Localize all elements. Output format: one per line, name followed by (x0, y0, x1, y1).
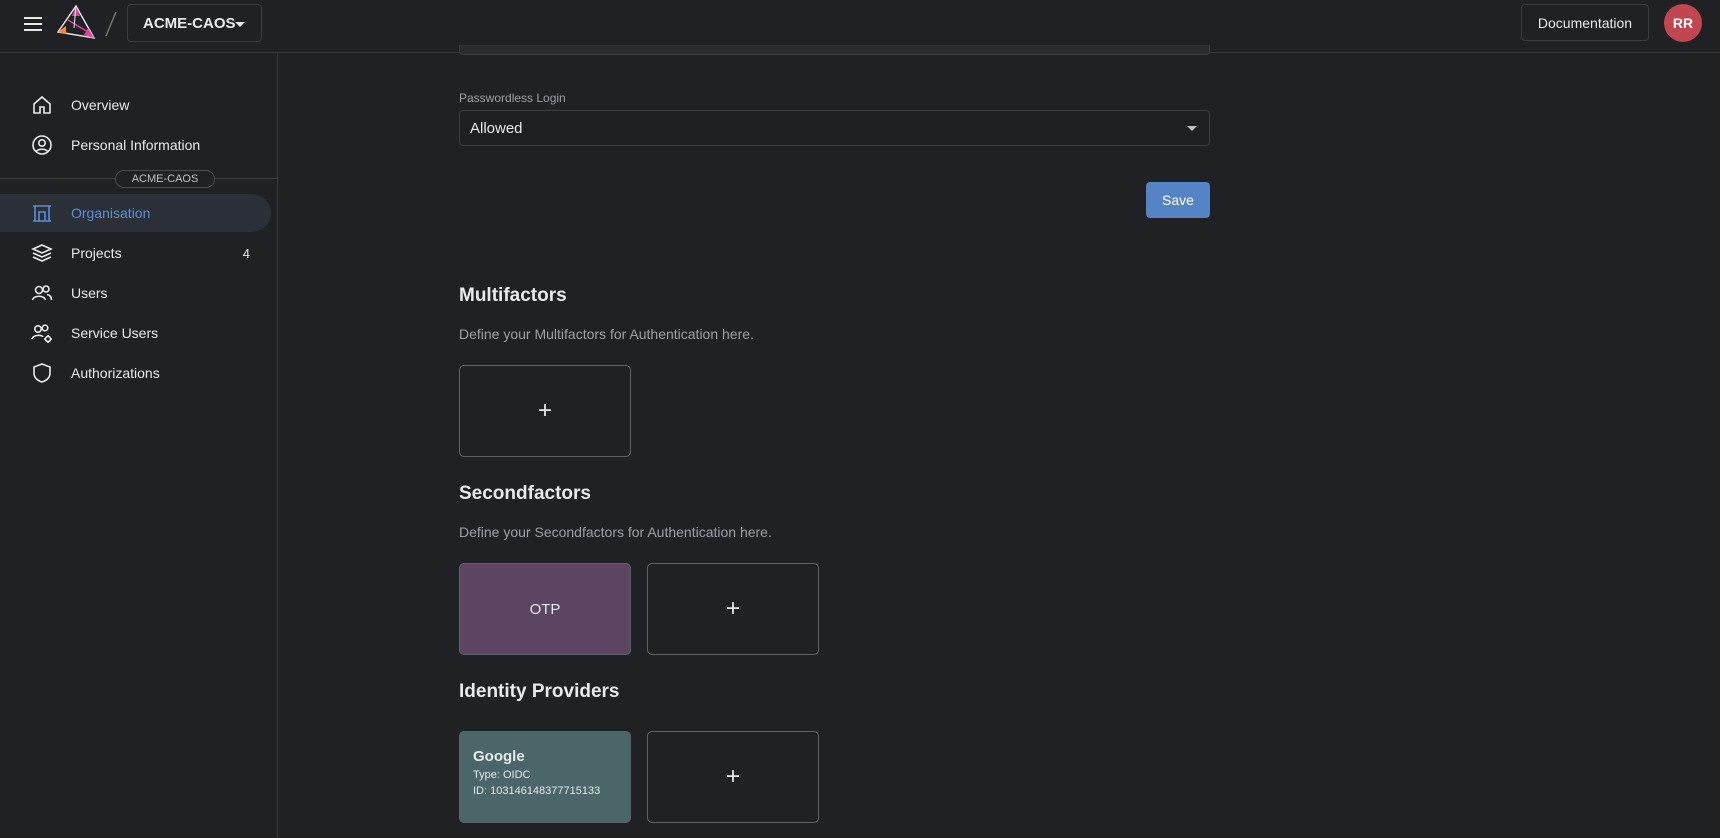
sidebar-item-label: Organisation (71, 205, 151, 221)
idp-id: ID: 103146148377715133 (473, 785, 601, 797)
sidebar-item-label: Users (71, 285, 108, 301)
sidebar-item-users[interactable]: Users (0, 274, 271, 312)
separator-slash-icon (103, 10, 119, 38)
multifactors-title: Multifactors (459, 285, 567, 306)
home-icon (31, 94, 53, 116)
passwordless-login-select[interactable]: Allowed (459, 110, 1210, 146)
secondfactors-description: Define your Secondfactors for Authentica… (459, 524, 772, 540)
sidebar-item-label: Projects (71, 245, 122, 261)
multifactors-description: Define your Multifactors for Authenticat… (459, 326, 754, 342)
sidebar-item-personal-information[interactable]: Personal Information (0, 126, 271, 164)
sidebar-item-label: Service Users (71, 325, 159, 341)
chevron-down-icon (235, 22, 245, 27)
building-icon (31, 202, 53, 224)
avatar[interactable]: RR (1664, 4, 1702, 42)
chevron-down-icon (1187, 126, 1197, 131)
sidebar-item-overview[interactable]: Overview (0, 86, 271, 124)
sidebar-item-service-users[interactable]: Service Users (0, 314, 271, 352)
add-identity-provider-button[interactable]: + (647, 731, 819, 823)
layers-icon (31, 242, 53, 264)
plus-icon: + (537, 397, 552, 424)
plus-icon: + (725, 763, 740, 790)
sidebar-item-organisation[interactable]: Organisation (0, 194, 271, 232)
shield-icon (31, 362, 53, 384)
plus-icon: + (725, 595, 740, 622)
users-icon (31, 282, 53, 304)
main-content: Passwordless Login Allowed Save Multifac… (279, 45, 1720, 838)
identity-provider-card-google[interactable]: Google Type: OIDC ID: 103146148377715133 (459, 731, 631, 823)
previous-field-bottom-edge (459, 45, 1210, 55)
org-switcher-label: ACME-CAOS (143, 14, 236, 32)
zitadel-logo-icon[interactable] (54, 2, 98, 46)
otp-factor-card[interactable]: OTP (459, 563, 631, 655)
identity-providers-title: Identity Providers (459, 681, 620, 702)
otp-factor-label: OTP (529, 600, 561, 618)
idp-type: Type: OIDC (473, 769, 531, 781)
org-context-chip: ACME-CAOS (115, 170, 215, 188)
save-button[interactable]: Save (1146, 182, 1210, 218)
sidebar-item-label: Authorizations (71, 365, 160, 381)
sidebar-item-label: Overview (71, 97, 130, 113)
secondfactors-title: Secondfactors (459, 483, 591, 504)
sidebar-item-label: Personal Information (71, 137, 201, 153)
sidebar-item-authorizations[interactable]: Authorizations (0, 354, 271, 392)
user-circle-icon (31, 134, 53, 156)
add-multifactor-button[interactable]: + (459, 365, 631, 457)
sidebar: Overview Personal Information ACME-CAOS … (0, 53, 278, 838)
add-secondfactor-button[interactable]: + (647, 563, 819, 655)
idp-name: Google (473, 748, 525, 765)
sidebar-item-projects[interactable]: Projects 4 (0, 234, 271, 272)
menu-icon[interactable] (22, 14, 46, 34)
passwordless-login-label: Passwordless Login (459, 91, 566, 105)
passwordless-login-value: Allowed (470, 119, 523, 137)
service-users-icon (31, 322, 53, 344)
documentation-button[interactable]: Documentation (1521, 4, 1649, 41)
projects-count-badge: 4 (242, 245, 250, 261)
org-switcher[interactable]: ACME-CAOS (127, 4, 262, 42)
